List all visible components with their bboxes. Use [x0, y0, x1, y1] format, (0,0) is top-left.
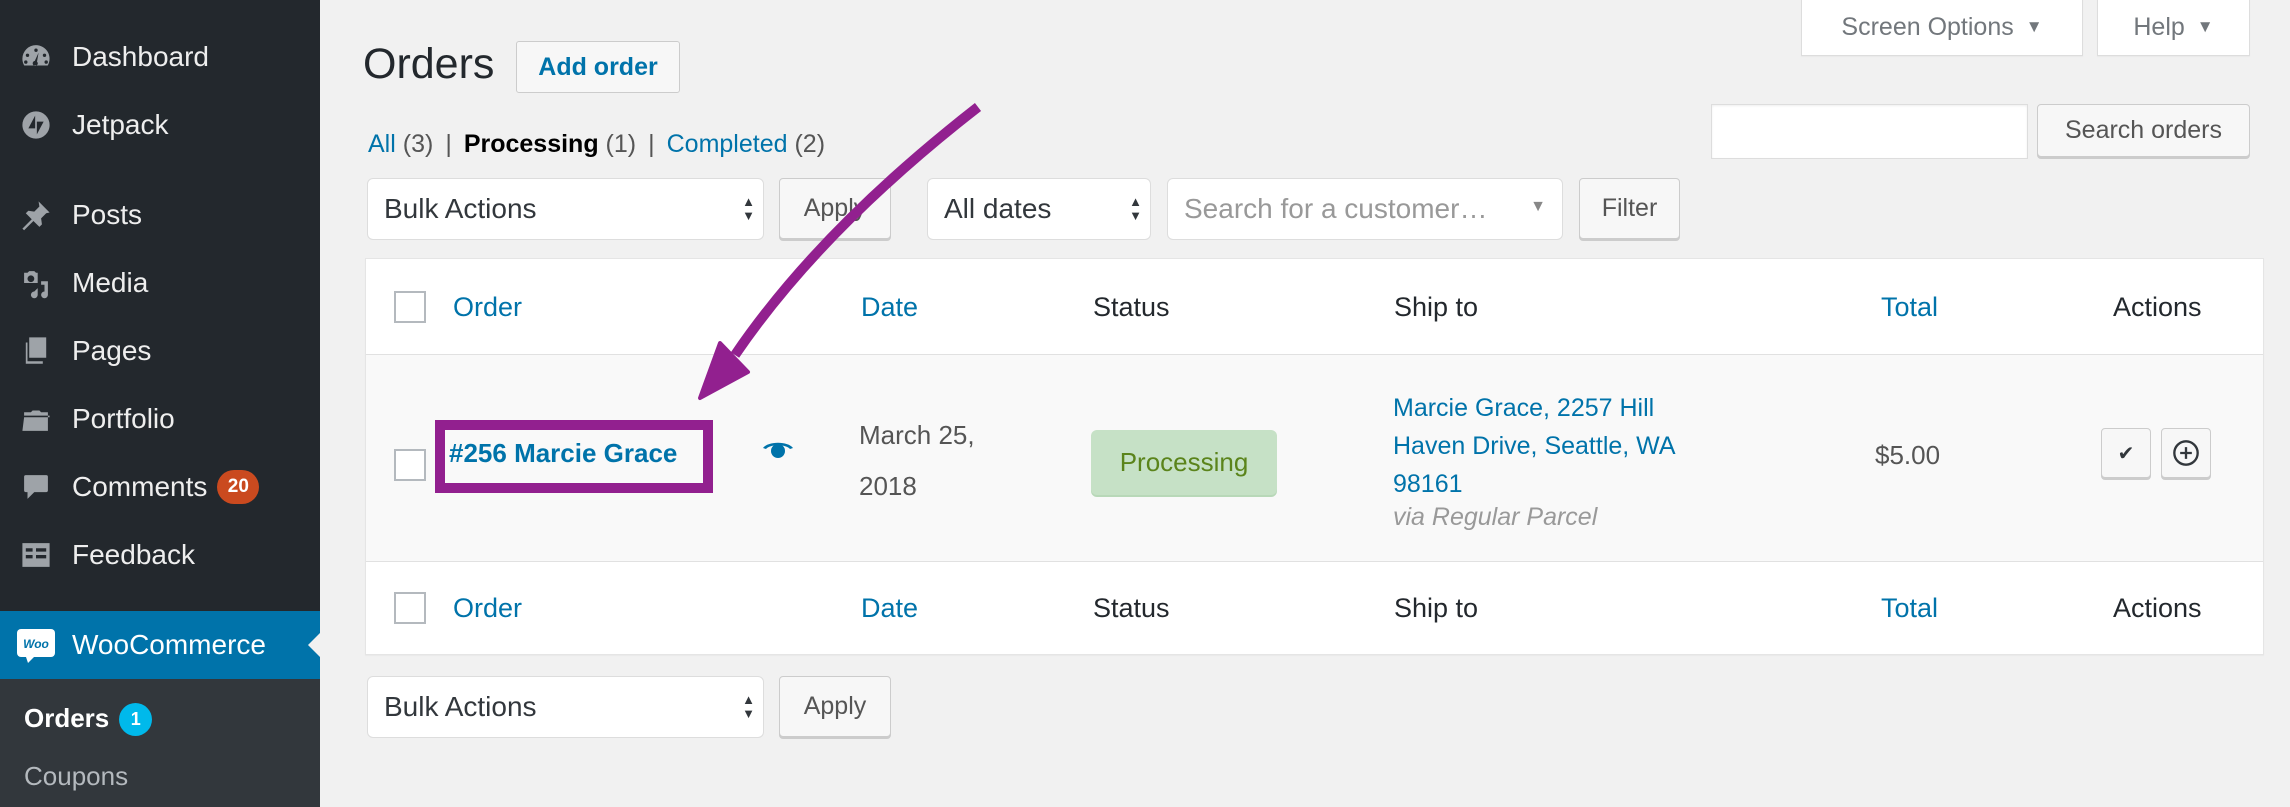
order-link[interactable]: #256 Marcie Grace	[449, 438, 677, 469]
complete-order-button[interactable]: ✔	[2101, 428, 2151, 478]
search-orders-input[interactable]	[1711, 104, 2028, 159]
sidebar-item-dashboard[interactable]: Dashboard	[0, 27, 320, 87]
bulk-actions-select-bottom[interactable]: Bulk Actions ▲ ▼	[367, 676, 764, 738]
select-arrows-icon: ▲ ▼	[742, 194, 755, 223]
sidebar-item-label: Dashboard	[72, 41, 209, 72]
dashboard-icon	[16, 40, 56, 74]
comments-count-badge: 20	[217, 470, 260, 504]
order-total: $5.00	[1875, 440, 1941, 470]
sidebar-item-portfolio[interactable]: Portfolio	[0, 389, 320, 449]
feedback-icon	[16, 538, 56, 572]
column-ship-to: Ship to	[1394, 292, 1479, 322]
column-order[interactable]: Order	[453, 593, 522, 624]
search-orders-button[interactable]: Search orders	[2037, 104, 2250, 157]
apply-button[interactable]: Apply	[779, 178, 891, 239]
circle-plus-icon	[2173, 440, 2199, 466]
sidebar-item-label: Portfolio	[72, 403, 175, 434]
customer-search-select[interactable]: Search for a customer… ▼	[1167, 178, 1563, 240]
view-completed[interactable]: Completed (2)	[667, 130, 825, 158]
comment-icon	[16, 470, 56, 504]
column-total[interactable]: Total	[1881, 292, 1938, 323]
filter-button[interactable]: Filter	[1579, 178, 1680, 239]
jetpack-icon	[16, 108, 56, 142]
sidebar-item-jetpack[interactable]: Jetpack	[0, 95, 320, 155]
screen-options-button[interactable]: Screen Options ▼	[1801, 0, 2083, 56]
row-checkbox[interactable]	[394, 449, 426, 481]
submenu-item-orders[interactable]: Orders 1	[24, 703, 153, 736]
checkmark-icon: ✔	[2117, 442, 2135, 465]
preview-eye-icon[interactable]	[762, 439, 794, 461]
sidebar-item-feedback[interactable]: Feedback	[0, 525, 320, 585]
column-total[interactable]: Total	[1881, 593, 1938, 624]
column-order[interactable]: Order	[453, 292, 522, 323]
media-icon	[16, 266, 56, 300]
orders-count-badge: 1	[119, 703, 153, 736]
order-date: March 25, 2018	[859, 420, 975, 501]
sidebar-item-label: Feedback	[72, 539, 195, 570]
page-title: Orders	[363, 40, 495, 88]
column-ship-to: Ship to	[1394, 593, 1479, 623]
order-status-views: All (3) | Processing (1) | Completed (2)	[368, 130, 826, 158]
help-button[interactable]: Help ▼	[2097, 0, 2250, 56]
view-all[interactable]: All (3)	[368, 130, 433, 158]
select-arrows-icon: ▲ ▼	[742, 692, 755, 721]
shipping-method: via Regular Parcel	[1393, 503, 1598, 531]
column-date[interactable]: Date	[861, 292, 918, 323]
sidebar-item-media[interactable]: Media	[0, 253, 320, 313]
column-date[interactable]: Date	[861, 593, 918, 624]
sidebar-item-label: Comments	[72, 471, 208, 502]
table-footer-row: Order Date Status Ship to Total Actions	[366, 562, 2263, 655]
select-all-checkbox-footer[interactable]	[394, 592, 426, 624]
select-arrows-icon: ▲ ▼	[1129, 194, 1142, 223]
sidebar-item-posts[interactable]: Posts	[0, 185, 320, 245]
caret-down-icon: ▼	[2025, 17, 2043, 36]
column-status: Status	[1093, 292, 1170, 322]
table-header-row: Order Date Status Ship to Total Actions	[366, 259, 2263, 355]
caret-down-icon: ▼	[1530, 198, 1546, 215]
woocommerce-submenu: Orders 1 Coupons	[0, 679, 320, 807]
sidebar-item-label: Jetpack	[72, 109, 169, 140]
add-order-button[interactable]: Add order	[516, 41, 680, 93]
pages-icon	[16, 334, 56, 368]
sidebar-item-comments[interactable]: Comments 20	[0, 457, 320, 517]
sidebar-item-label: Pages	[72, 335, 152, 366]
folder-icon	[16, 402, 56, 436]
sidebar-item-label: WooCommerce	[72, 629, 266, 660]
sidebar-item-label: Media	[72, 267, 149, 298]
sidebar-item-pages[interactable]: Pages	[0, 321, 320, 381]
sidebar-item-woocommerce[interactable]: Woo WooCommerce	[0, 611, 320, 679]
svg-text:Woo: Woo	[23, 637, 49, 651]
table-row: #256 Marcie Grace March 25, 2018 Process…	[366, 355, 2263, 562]
ship-to-address-link[interactable]: Marcie Grace, 2257 Hill Haven Drive, Sea…	[1393, 389, 1676, 503]
column-actions: Actions	[2113, 292, 2202, 322]
orders-table: Order Date Status Ship to Total Actions …	[365, 258, 2264, 655]
bulk-actions-select[interactable]: Bulk Actions ▲ ▼	[367, 178, 764, 240]
submenu-item-coupons[interactable]: Coupons	[24, 761, 128, 792]
status-badge: Processing	[1091, 430, 1277, 495]
processing-order-button[interactable]	[2161, 428, 2211, 478]
column-actions: Actions	[2113, 593, 2202, 623]
woo-icon: Woo	[16, 628, 56, 663]
column-status: Status	[1093, 593, 1170, 623]
select-all-checkbox[interactable]	[394, 291, 426, 323]
admin-sidebar: Dashboard Jetpack Posts Media Pages Port…	[0, 0, 320, 807]
apply-button-bottom[interactable]: Apply	[779, 676, 891, 737]
pin-icon	[16, 198, 56, 232]
date-filter-select[interactable]: All dates ▲ ▼	[927, 178, 1151, 240]
view-processing[interactable]: Processing (1)	[464, 130, 636, 158]
sidebar-item-label: Posts	[72, 199, 143, 230]
caret-down-icon: ▼	[2196, 17, 2214, 36]
